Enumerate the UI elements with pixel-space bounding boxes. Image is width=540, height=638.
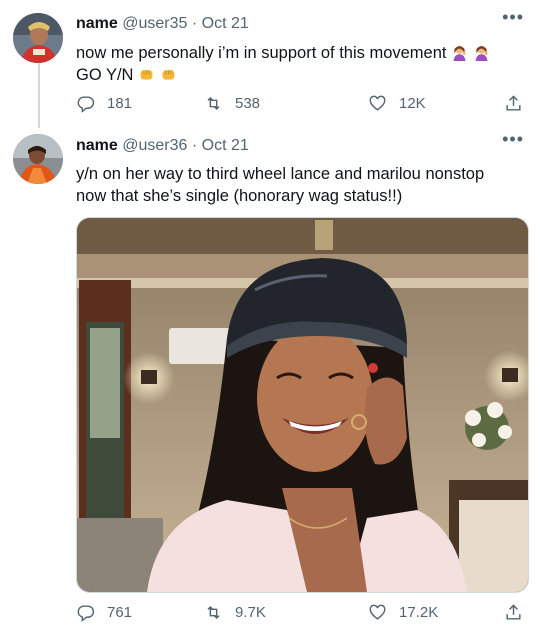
retweet-button[interactable]: 538 (204, 94, 260, 113)
more-icon[interactable]: ••• (502, 130, 524, 148)
share-button[interactable] (504, 94, 523, 113)
tweet[interactable]: name @user35 · Oct 21 ••• now me persona… (0, 0, 540, 128)
tweet-actions: 761 9.7K 17.2K (76, 603, 528, 627)
reply-count: 181 (107, 95, 133, 112)
oncoming-fist-icon (138, 66, 155, 86)
retweet-button[interactable]: 9.7K (204, 603, 266, 622)
reply-count: 761 (107, 604, 133, 621)
like-count: 17.2K (399, 604, 439, 621)
thread-line (38, 62, 40, 128)
like-icon (368, 94, 387, 113)
reply-icon (76, 94, 95, 113)
retweet-icon (204, 94, 223, 113)
woman-tipping-hand-icon (451, 44, 468, 64)
more-icon[interactable]: ••• (502, 8, 524, 26)
like-button[interactable]: 17.2K (368, 603, 438, 622)
woman-tipping-hand-icon (473, 44, 490, 64)
tweet-text-tail: GO Y/N (76, 66, 134, 84)
retweet-count: 9.7K (235, 604, 266, 621)
separator: · (191, 15, 198, 32)
reply-button[interactable]: 181 (76, 94, 132, 113)
retweet-count: 538 (235, 95, 261, 112)
display-name[interactable]: name (76, 15, 118, 32)
share-button[interactable] (504, 603, 523, 622)
oncoming-fist-icon (160, 66, 177, 86)
reply-icon (76, 603, 95, 622)
retweet-icon (204, 603, 223, 622)
reply-button[interactable]: 761 (76, 603, 132, 622)
handle[interactable]: @user36 (122, 137, 187, 154)
tweet-header: name @user35 · Oct 21 (76, 15, 249, 33)
share-icon (504, 94, 523, 113)
tweet-header: name @user36 · Oct 21 (76, 137, 249, 155)
tweet-text-body: now me personally i’m in support of this… (76, 44, 447, 62)
tweet-media-photo[interactable] (76, 217, 529, 593)
share-icon (504, 603, 523, 622)
timestamp[interactable]: Oct 21 (202, 137, 249, 154)
avatar[interactable] (13, 13, 63, 63)
timestamp[interactable]: Oct 21 (202, 15, 249, 32)
tweet-actions: 181 538 12K (76, 94, 528, 118)
tweet-text: now me personally i’m in support of this… (76, 42, 516, 86)
tweet[interactable]: name @user36 · Oct 21 ••• y/n on her way… (0, 125, 540, 638)
separator: · (191, 137, 198, 154)
avatar[interactable] (13, 134, 63, 184)
tweet-text: y/n on her way to third wheel lance and … (76, 165, 485, 205)
like-button[interactable]: 12K (368, 94, 426, 113)
display-name[interactable]: name (76, 137, 118, 154)
like-icon (368, 603, 387, 622)
handle[interactable]: @user35 (122, 15, 187, 32)
like-count: 12K (399, 95, 426, 112)
